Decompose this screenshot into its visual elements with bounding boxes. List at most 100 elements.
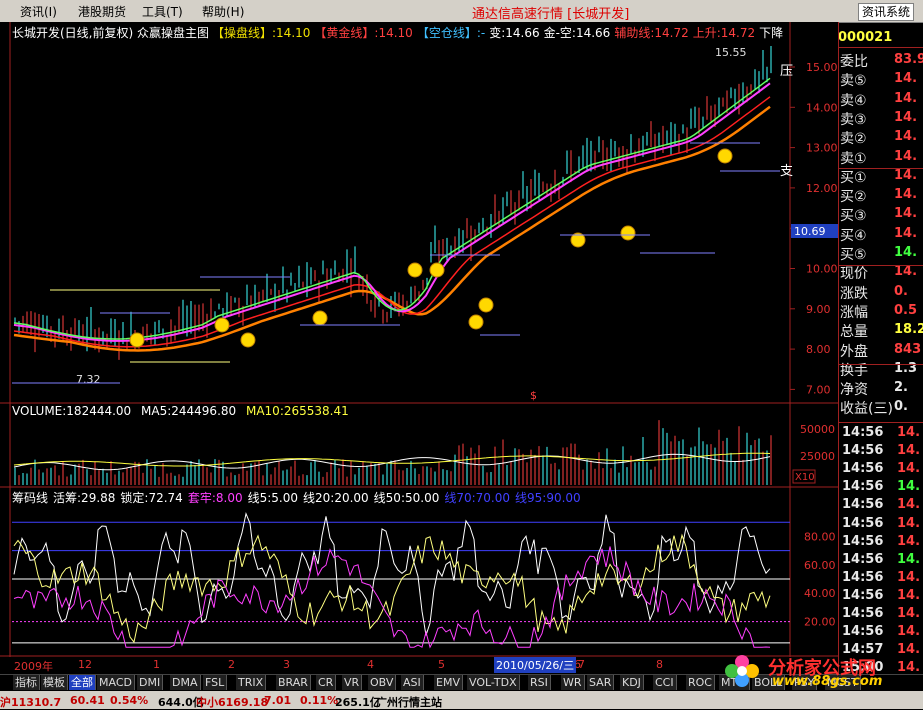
app-title: 通达信高速行情 [长城开发] xyxy=(472,7,630,22)
chart-title: 长城开发(日线,前复权) 众赢操盘主图 xyxy=(12,26,209,40)
quote-value: 14. xyxy=(894,264,918,280)
quote-value: 0. xyxy=(894,283,908,299)
volume-ma10: MA10:265538.41 xyxy=(245,404,349,418)
current-price-label: 10.69 xyxy=(794,225,826,238)
price-tick-label: 10.00 xyxy=(806,263,838,276)
indicator-tab-macd[interactable]: MACD xyxy=(97,675,135,690)
info-system-button[interactable]: 资讯系统 xyxy=(858,3,914,21)
cursor-date: 2010/05/26/三 xyxy=(494,657,577,673)
quote-label: 委比 xyxy=(840,54,868,70)
header-item-0: 【操盘线】:14.10 xyxy=(212,26,311,40)
quote-value: 14. xyxy=(894,71,918,87)
indicator-tab-brar[interactable]: BRAR xyxy=(276,675,311,690)
tick-price: 14. xyxy=(897,443,921,459)
tick-time: 14:56 xyxy=(842,569,884,585)
resistance-mark: 压 xyxy=(780,64,793,79)
volume-ma5: MA5:244496.80 xyxy=(141,404,237,418)
menu-item-hk-futures[interactable]: 港股期货 xyxy=(78,3,126,20)
indicator-tab-trix[interactable]: TRIX xyxy=(236,675,267,690)
support-mark: 支 xyxy=(780,164,793,179)
indicator-item-1: 活筹:29.88 xyxy=(53,491,116,505)
indicator-tab-vol-tdx[interactable]: VOL-TDX xyxy=(467,675,520,690)
menu-item-help[interactable]: 帮助(H) xyxy=(202,3,244,20)
indicator-tick-label: 80.00 xyxy=(804,530,836,543)
status-item-5: 7.01 xyxy=(264,694,292,707)
smiley-signal-icon xyxy=(620,225,636,241)
timeline-label: 12 xyxy=(78,658,92,671)
timeline-label: 5 xyxy=(438,658,445,671)
indicator-header: 筹码线 活筹:29.88 锁定:72.74 套牢:8.00 线5:5.00 线20:20.… xyxy=(12,489,586,506)
volume-tick-label: 25000 xyxy=(800,450,835,463)
indicator-tab-cr[interactable]: CR xyxy=(316,675,337,690)
indicator-item-3: 套牢:8.00 xyxy=(187,491,243,505)
indicator-tab-dmi[interactable]: DMI xyxy=(137,675,164,690)
indicator-tab-rsi[interactable]: RSI xyxy=(528,675,551,690)
quote-label: 卖③ xyxy=(840,111,867,128)
indicator-tab-wr[interactable]: WR xyxy=(561,675,585,690)
quote-label: 外盘 xyxy=(840,343,868,360)
smiley-signal-icon xyxy=(478,297,494,313)
indicator-tab-fsl[interactable]: FSL xyxy=(203,675,228,690)
header-item-2: 【空仓线】:- xyxy=(416,26,486,40)
tick-price: 14. xyxy=(897,461,921,477)
tick-price: 14. xyxy=(897,515,921,531)
price-tick-label: 9.00 xyxy=(806,303,831,316)
indicator-tab-dma[interactable]: DMA xyxy=(170,675,201,690)
indicator-tab-emv[interactable]: EMV xyxy=(434,675,463,690)
quote-value: 83.96 xyxy=(894,52,923,67)
indicator-tab-模板[interactable]: 模板 xyxy=(41,675,68,690)
panel-divider xyxy=(838,265,923,266)
indicator-tab-roc[interactable]: ROC xyxy=(686,675,715,690)
indicator-tick-label: 20.00 xyxy=(804,616,836,629)
quote-label: 总量 xyxy=(840,324,868,341)
tick-price: 14. xyxy=(897,551,921,567)
header-item-1: 【黄金线】:14.10 xyxy=(314,26,413,40)
volume-value: VOLUME:182444.00 xyxy=(12,404,132,418)
indicator-item-0: 筹码线 xyxy=(12,491,49,505)
chart-area[interactable]: 15.0014.0013.0012.0011.0010.009.008.007.… xyxy=(0,22,838,657)
indicator-tab-asi[interactable]: ASI xyxy=(401,675,424,690)
volume-unit-label: X10 xyxy=(795,472,815,483)
header-item-4: 金-空:14.66 xyxy=(543,26,611,40)
quote-label: 卖④ xyxy=(840,92,867,109)
tick-price: 14. xyxy=(897,497,921,513)
price-tick-label: 13.00 xyxy=(806,142,838,155)
indicator-tab-obv[interactable]: OBV xyxy=(368,675,397,690)
smiley-signal-icon xyxy=(407,262,423,278)
indicator-tab-全部[interactable]: 全部 xyxy=(69,675,96,690)
tick-price: 14. xyxy=(897,624,921,640)
indicator-tab-kdj[interactable]: KDJ xyxy=(620,675,644,690)
panel-divider xyxy=(838,168,923,169)
quote-label: 卖② xyxy=(840,131,867,148)
tick-time: 14:56 xyxy=(842,497,884,513)
header-item-7: 下降 xyxy=(759,26,784,40)
tick-time: 14:56 xyxy=(842,587,884,603)
tick-price: 14. xyxy=(897,606,921,621)
indicator-tab-cci[interactable]: CCI xyxy=(653,675,677,690)
indicator-tab-sar[interactable]: SAR xyxy=(587,675,615,690)
menu-item-tools[interactable]: 工具(T) xyxy=(142,3,183,20)
watermark-logo: 分析家公式网 www.88gs.com xyxy=(722,652,922,690)
menu-item-info[interactable]: 资讯(I) xyxy=(20,3,57,20)
indicator-tab-vr[interactable]: VR xyxy=(342,675,363,690)
indicator-tab-指标[interactable]: 指标 xyxy=(13,675,40,690)
quote-value: 14. xyxy=(894,187,918,203)
quote-label: 卖⑤ xyxy=(840,73,867,90)
quote-label: 买③ xyxy=(840,208,867,225)
header-item-6: 上升:14.72 xyxy=(692,26,756,40)
status-item-2: 0.54% xyxy=(110,694,149,707)
flower-icon xyxy=(725,655,759,687)
indicator-item-5: 线20:20.00 xyxy=(303,491,369,505)
tick-time: 14:56 xyxy=(842,425,884,440)
panel-divider xyxy=(838,47,923,48)
panel-divider xyxy=(838,364,923,365)
timeline-label: 2 xyxy=(228,658,235,671)
quote-value: 14. xyxy=(894,148,918,164)
quote-value: 0. xyxy=(894,399,908,415)
smiley-signal-icon xyxy=(129,332,145,348)
indicator-item-2: 锁定:72.74 xyxy=(120,491,183,505)
smiley-signal-icon xyxy=(240,332,256,348)
quote-label: 收益(三) xyxy=(840,401,893,418)
indicator-item-4: 线5:5.00 xyxy=(247,491,298,505)
quote-value: 14. xyxy=(894,245,918,260)
